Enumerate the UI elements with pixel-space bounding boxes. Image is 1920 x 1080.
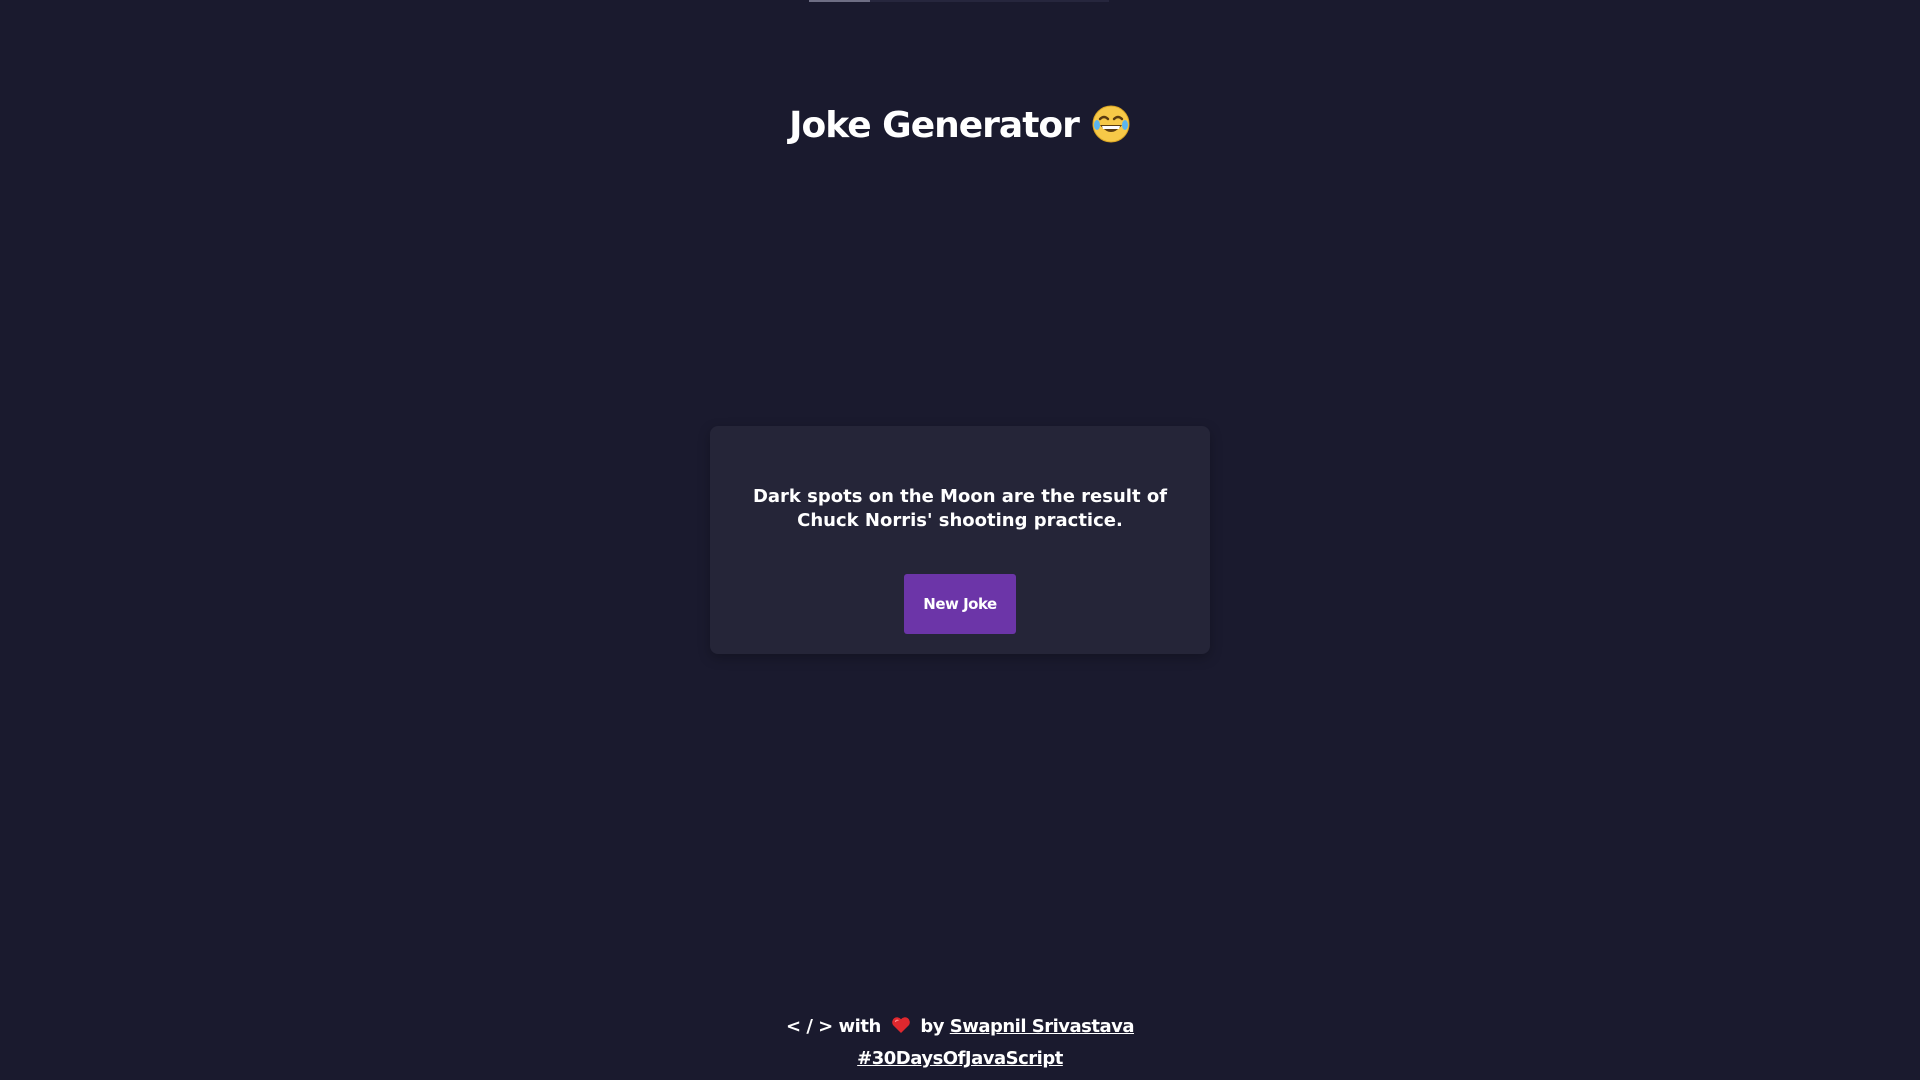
- footer: < / > with by Swapnil Srivastava #30Days…: [0, 1011, 1920, 1075]
- footer-hashtag-line: #30DaysOfJavaScript: [0, 1043, 1920, 1075]
- joke-text: Dark spots on the Moon are the result of…: [752, 486, 1168, 531]
- new-joke-button[interactable]: New Joke: [904, 574, 1016, 634]
- scroll-progress-indicator: [809, 0, 1109, 2]
- code-symbol: < / >: [785, 1016, 833, 1037]
- scroll-progress-fill: [809, 0, 870, 2]
- laughing-tears-emoji-icon: [1092, 105, 1130, 143]
- heart-icon: [891, 1017, 910, 1033]
- page: Joke Generator Dark spots on the Moon ar…: [0, 0, 1920, 1080]
- joke-card: Dark spots on the Moon are the result of…: [710, 426, 1210, 654]
- page-title-text: Joke Generator: [789, 105, 1080, 146]
- footer-by-text: by: [920, 1016, 944, 1037]
- hashtag-link[interactable]: #30DaysOfJavaScript: [857, 1048, 1063, 1069]
- footer-with-text: with: [838, 1016, 882, 1037]
- page-title: Joke Generator: [0, 98, 1920, 154]
- footer-credit-line: < / > with by Swapnil Srivastava: [0, 1011, 1920, 1043]
- author-link[interactable]: Swapnil Srivastava: [950, 1016, 1135, 1037]
